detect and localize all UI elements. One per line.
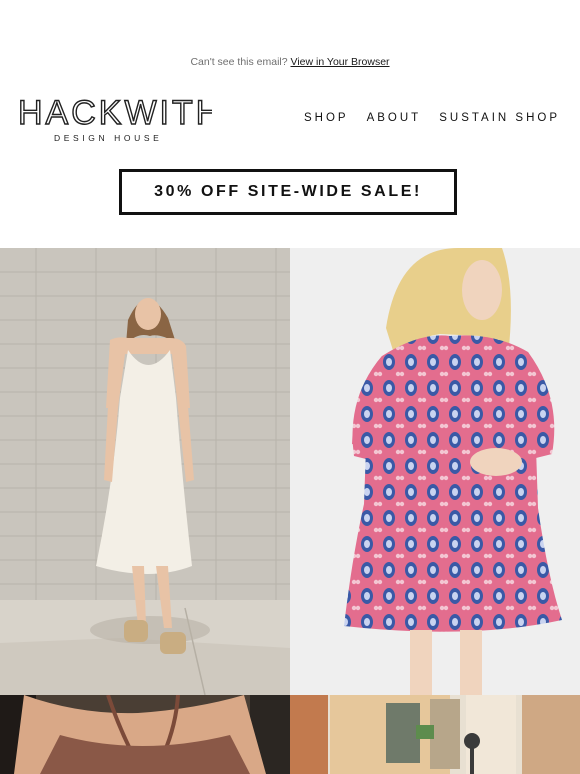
view-in-browser-link[interactable]: View in Your Browser [291, 56, 390, 68]
nav-item-about[interactable]: ABOUT [367, 112, 422, 124]
street-photo[interactable] [290, 695, 580, 774]
floral-dress-photo[interactable] [290, 248, 580, 695]
brand-name: HACKWITH [18, 94, 212, 132]
brown-top-photo[interactable] [0, 695, 290, 774]
brand-subtitle: DESIGN HOUSE [54, 133, 162, 143]
preheader-text: Can't see this email? [190, 56, 288, 68]
nav-item-shop[interactable]: SHOP [304, 112, 349, 124]
preheader: Can't see this email? View in Your Brows… [0, 56, 580, 68]
product-image-grid [0, 248, 580, 774]
nav-item-sustain-shop[interactable]: SUSTAIN SHOP [439, 112, 560, 124]
sale-banner-button[interactable]: 30% OFF SITE-WIDE SALE! [119, 169, 457, 215]
main-nav: SHOP ABOUT SUSTAIN SHOP [286, 112, 560, 124]
white-dress-photo[interactable] [0, 248, 290, 695]
brand-logo[interactable]: HACKWITH DESIGN HOUSE [18, 92, 212, 148]
